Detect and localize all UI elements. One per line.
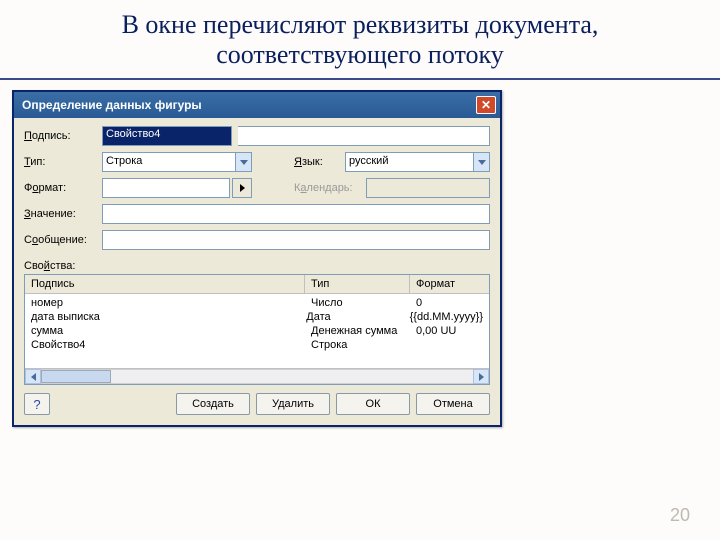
cancel-button[interactable]: Отмена: [416, 393, 490, 415]
chevron-right-icon: [479, 373, 484, 381]
cell: 0: [410, 296, 489, 310]
label-svoystva: Свойства:: [24, 260, 490, 272]
grid-header-podpis[interactable]: Подпись: [25, 275, 305, 293]
grid-header-format[interactable]: Формат: [410, 275, 489, 293]
scroll-track[interactable]: [41, 369, 473, 384]
table-row[interactable]: Свойство4 Строка: [25, 338, 489, 352]
ok-button[interactable]: ОК: [336, 393, 410, 415]
button-row: ? Создать Удалить ОК Отмена: [24, 393, 490, 415]
cell: [410, 338, 489, 352]
cell: Строка: [305, 338, 410, 352]
podpis-input-ext[interactable]: [238, 126, 490, 146]
table-row[interactable]: сумма Денежная сумма 0,00 UU: [25, 324, 489, 338]
calendar-input: [366, 178, 490, 198]
dialog-window: Определение данных фигуры ✕ Подпись: Сво…: [12, 90, 502, 427]
close-icon: ✕: [481, 99, 491, 111]
table-row[interactable]: номер Число 0: [25, 296, 489, 310]
scroll-left-button[interactable]: [25, 369, 41, 384]
podpis-input[interactable]: Свойство4: [102, 126, 232, 146]
properties-grid: Подпись Тип Формат номер Число 0 дата вы…: [24, 274, 490, 385]
page-number: 20: [670, 505, 690, 526]
cancel-label: Отмена: [433, 398, 472, 410]
label-format: Формат:: [24, 182, 96, 194]
h-scrollbar[interactable]: [25, 368, 489, 384]
label-calendar: Календарь:: [294, 182, 360, 194]
scroll-thumb[interactable]: [41, 370, 111, 383]
soobshenie-input[interactable]: [102, 230, 490, 250]
grid-header: Подпись Тип Формат: [25, 275, 489, 294]
chevron-left-icon: [31, 373, 36, 381]
dialog-title: Определение данных фигуры: [22, 98, 202, 112]
cell: Дата: [300, 310, 403, 324]
tip-select[interactable]: Строка: [102, 152, 236, 172]
chevron-right-icon: [240, 184, 245, 192]
yazyk-dropdown-button[interactable]: [474, 152, 490, 172]
scroll-right-button[interactable]: [473, 369, 489, 384]
label-znachenie: Значение:: [24, 208, 96, 220]
titlebar[interactable]: Определение данных фигуры ✕: [14, 92, 500, 118]
help-button[interactable]: ?: [24, 393, 50, 415]
delete-button[interactable]: Удалить: [256, 393, 330, 415]
cell: Число: [305, 296, 410, 310]
cell: номер: [25, 296, 305, 310]
cell: 0,00 UU: [410, 324, 489, 338]
delete-label: Удалить: [272, 398, 314, 410]
label-soobshenie: Сообщение:: [24, 234, 96, 246]
cell: дата выписка: [25, 310, 300, 324]
cell: {{dd.MM.yyyy}}: [404, 310, 489, 324]
create-label: Создать: [192, 398, 234, 410]
cell: сумма: [25, 324, 305, 338]
close-button[interactable]: ✕: [476, 96, 496, 114]
grid-header-tip[interactable]: Тип: [305, 275, 410, 293]
chevron-down-icon: [478, 160, 486, 165]
label-yazyk: Язык:: [294, 156, 339, 168]
dialog-body: Подпись: Свойство4 Тип: Строка Язык: рус…: [14, 118, 500, 425]
create-button[interactable]: Создать: [176, 393, 250, 415]
format-input[interactable]: [102, 178, 230, 198]
grid-body: номер Число 0 дата выписка Дата {{dd.MM.…: [25, 294, 489, 368]
chevron-down-icon: [240, 160, 248, 165]
help-icon: ?: [33, 397, 40, 412]
slide-title: В окне перечисляют реквизиты документа, …: [0, 0, 720, 80]
cell: Денежная сумма: [305, 324, 410, 338]
table-row[interactable]: дата выписка Дата {{dd.MM.yyyy}}: [25, 310, 489, 324]
label-podpis: Подпись:: [24, 130, 96, 142]
ok-label: ОК: [366, 398, 381, 410]
format-expand-button[interactable]: [232, 178, 252, 198]
znachenie-input[interactable]: [102, 204, 490, 224]
tip-dropdown-button[interactable]: [236, 152, 252, 172]
yazyk-select[interactable]: русский: [345, 152, 474, 172]
label-tip: Тип:: [24, 156, 96, 168]
cell: Свойство4: [25, 338, 305, 352]
